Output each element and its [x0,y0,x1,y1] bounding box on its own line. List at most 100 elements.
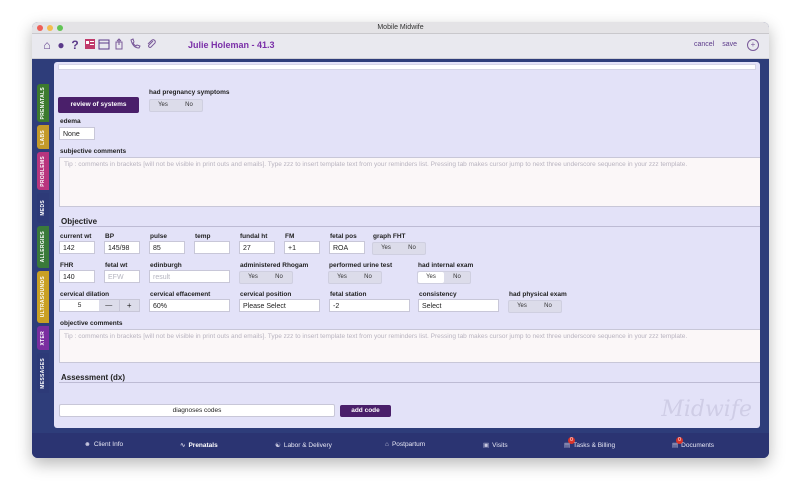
prenatal-visit-form: review of systems had pregnancy symptoms… [54,62,760,428]
consistency-select[interactable]: Select [418,299,499,312]
bp-label: BP [105,233,115,240]
fm-input[interactable]: +1 [284,241,320,254]
rhogam-yes[interactable]: Yes [240,272,266,283]
pregnancy-symptoms-no[interactable]: No [176,100,202,111]
assessment-divider [59,382,760,383]
urine-test-yes[interactable]: Yes [329,272,355,283]
fetal-station-label: fetal station [330,291,367,298]
increment-button[interactable]: + [118,300,139,311]
fundal-ht-input[interactable]: 27 [239,241,275,254]
graph-fht-toggle: Yes No [372,242,426,255]
internal-exam-label: had internal exam [418,262,474,269]
nav-labor-delivery[interactable]: ☯ Labor & Delivery [275,441,332,449]
home-icon[interactable]: ⌂ [40,38,54,52]
previous-section-edge [58,64,756,70]
title-bar: Mobile Midwife [32,22,769,34]
bp-input[interactable]: 145/98 [104,241,140,254]
fhr-label: FHR [60,262,74,269]
objective-comments-textarea[interactable]: Tip : comments in brackets [will not be … [59,329,760,363]
tab-messages[interactable]: MESSAGES [37,353,49,393]
window-title: Mobile Midwife [377,24,424,31]
nav-postpartum[interactable]: ⌂ Postpartum [385,441,425,448]
person-icon: ☻ [84,441,91,448]
subjective-comments-textarea[interactable]: Tip : comments in brackets [will not be … [59,157,760,207]
cervical-position-label: cervical position [240,291,292,298]
nav-documents[interactable]: ▤ 0 Documents [672,437,714,449]
documents-badge: 0 [676,437,683,444]
add-icon[interactable]: + [747,39,759,51]
pulse-input[interactable]: 85 [149,241,185,254]
physical-exam-toggle: Yes No [508,300,562,313]
internal-exam-no[interactable]: No [444,272,470,283]
edema-label: edema [60,118,81,125]
objective-section-title: Objective [61,217,98,226]
consistency-label: consistency [419,291,457,298]
temp-input[interactable] [194,241,230,254]
tab-problems[interactable]: PROBLEMS [37,152,49,190]
fetal-station-input[interactable]: -2 [329,299,410,312]
tab-ultrasounds[interactable]: ULTRASOUNDS [37,271,49,323]
physical-exam-label: had physical exam [509,291,567,298]
close-window-button[interactable] [37,25,43,31]
tab-prenatals[interactable]: PRENATALS [37,84,49,122]
patient-name: Julie Holeman - 41.3 [188,40,275,50]
id-card-icon[interactable] [83,38,97,52]
pregnancy-symptoms-label: had pregnancy symptoms [149,89,230,96]
tab-allergies[interactable]: ALLERGIES [37,226,49,268]
bottom-nav-bar: ☻ Client Info ∿ Prenatals ☯ Labor & Deliver… [32,433,769,458]
cervical-dilation-value[interactable]: 5 [60,300,99,311]
calendar-icon[interactable] [97,38,111,52]
physical-exam-yes[interactable]: Yes [509,301,535,312]
nav-visits[interactable]: ▣ Visits [483,441,508,449]
nav-client-info[interactable]: ☻ Client Info [84,441,123,448]
decrement-button[interactable]: — [99,300,119,311]
zoom-window-button[interactable] [57,25,63,31]
urine-test-label: performed urine test [329,262,393,269]
pregnancy-symptoms-yes[interactable]: Yes [150,100,176,111]
baby-icon: ☯ [275,442,281,449]
cervical-dilation-label: cervical dilation [60,291,110,298]
share-icon[interactable] [112,38,126,52]
fetal-pos-input[interactable]: ROA [329,241,365,254]
urine-test-no[interactable]: No [355,272,381,283]
heartbeat-icon: ∿ [180,442,186,449]
save-button[interactable]: save [722,41,737,48]
phone-icon[interactable] [128,38,142,52]
edema-select[interactable]: None [59,127,95,140]
help-icon[interactable]: ? [68,38,82,52]
cervical-dilation-stepper: 5 — + [59,299,140,312]
add-code-button[interactable]: add code [340,405,391,417]
minimize-window-button[interactable] [47,25,53,31]
cervical-effacement-input[interactable]: 60% [149,299,230,312]
assessment-section-title: Assessment (dx) [61,373,126,382]
diagnoses-codes-field[interactable]: diagnoses codes [59,404,335,417]
graph-fht-yes[interactable]: Yes [373,243,399,254]
graph-fht-label: graph FHT [373,233,406,240]
fetal-wt-input[interactable]: EFW [104,270,140,283]
chat-icon[interactable]: ● [54,38,68,52]
tab-meds[interactable]: MEDS [37,193,49,223]
graph-fht-no[interactable]: No [399,243,425,254]
fhr-input[interactable]: 140 [59,270,95,283]
internal-exam-yes[interactable]: Yes [418,272,444,283]
current-wt-input[interactable]: 142 [59,241,95,254]
documents-icon: ▤ 0 [672,437,683,449]
cervical-effacement-label: cervical effacement [150,291,211,298]
cervical-position-select[interactable]: Please Select [239,299,320,312]
review-of-systems-button[interactable]: review of systems [58,97,139,113]
urine-test-toggle: Yes No [328,271,382,284]
attachment-icon[interactable] [144,38,158,52]
car-icon: ▣ [483,442,490,449]
objective-comments-label: objective comments [60,320,123,327]
cancel-button[interactable]: cancel [694,41,714,48]
tab-xter[interactable]: XTER [37,326,49,350]
app-window: Mobile Midwife ⌂ ● ? Julie Holeman - 41.… [32,22,769,458]
rhogam-toggle: Yes No [239,271,293,284]
physical-exam-no[interactable]: No [535,301,561,312]
nav-tasks-billing[interactable]: ▤ 0 Tasks & Billing [564,437,615,449]
rhogam-no[interactable]: No [266,272,292,283]
nav-prenatals[interactable]: ∿ Prenatals [180,441,218,449]
rhogam-label: administered Rhogam [240,262,309,269]
tab-labs[interactable]: LABS [37,125,49,149]
edinburgh-input[interactable]: result [149,270,230,283]
